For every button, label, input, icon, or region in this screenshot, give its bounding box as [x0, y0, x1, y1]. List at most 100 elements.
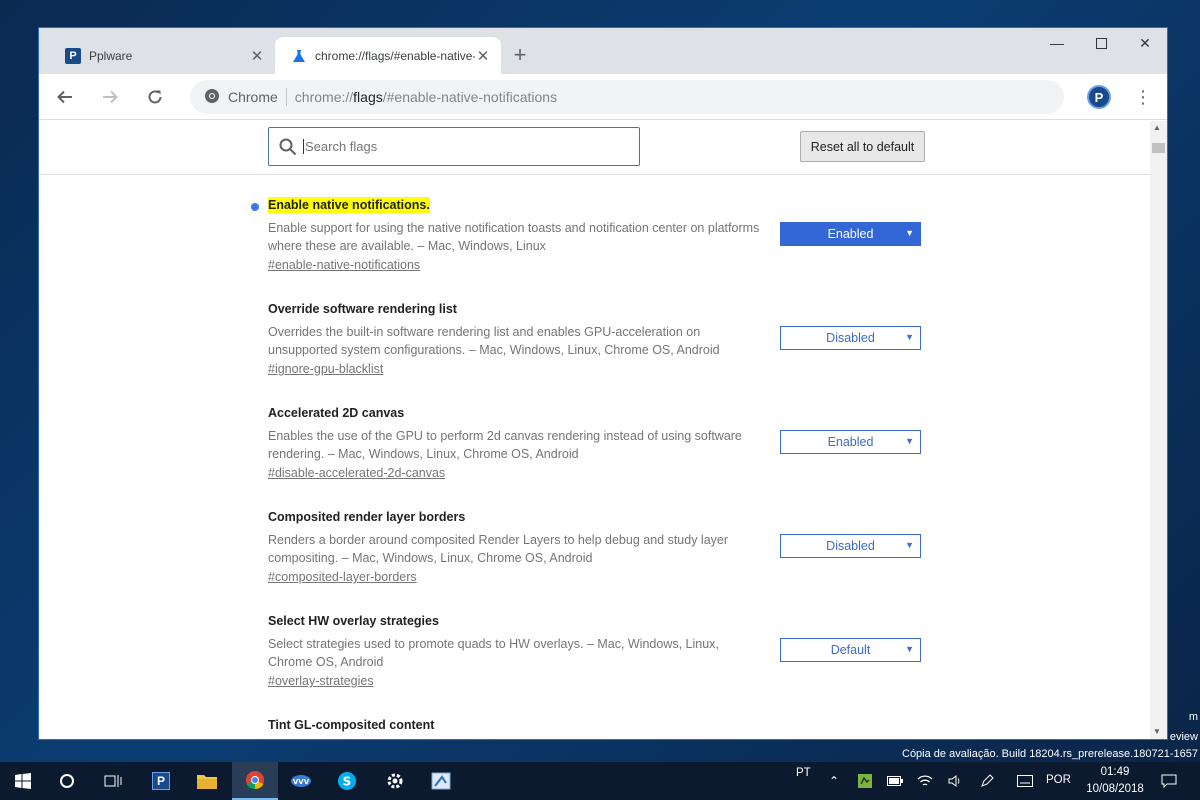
pen-icon[interactable] — [978, 772, 996, 790]
start-button[interactable] — [0, 762, 46, 800]
keyboard-icon[interactable] — [1016, 772, 1034, 790]
menu-icon[interactable]: ⋮ — [1131, 85, 1155, 109]
watermark-build: Cópia de avaliação. Build 18204.rs_prere… — [902, 748, 1198, 760]
flags-page: Search flags Reset all to default Enable… — [39, 121, 1150, 739]
flag-state-select[interactable]: Default ▼ — [780, 638, 921, 662]
profile-avatar[interactable]: P — [1087, 85, 1111, 109]
flag-state-select[interactable]: Enabled ▼ — [780, 430, 921, 454]
flag-permalink[interactable]: #enable-native-notifications — [268, 258, 420, 272]
chevron-up-icon[interactable]: ⌃ — [825, 772, 843, 790]
taskbar-explorer[interactable] — [184, 762, 230, 800]
scroll-thumb[interactable] — [1152, 143, 1165, 153]
chrome-icon — [246, 771, 264, 790]
new-tab-button[interactable]: + — [507, 42, 533, 68]
flag-title: Select HW overlay strategies — [268, 614, 439, 628]
gear-icon — [387, 773, 403, 789]
arrow-left-icon — [57, 90, 72, 104]
flag-state-select[interactable]: Disabled ▼ — [780, 534, 921, 558]
flag-description: Overrides the built-in software renderin… — [268, 325, 720, 357]
flag-permalink[interactable]: #ignore-gpu-blacklist — [268, 362, 383, 376]
tab-flags[interactable]: chrome://flags/#enable-native-notificati… — [275, 37, 501, 74]
flag-permalink[interactable]: #disable-accelerated-2d-canvas — [268, 466, 445, 480]
minimize-button[interactable]: — — [1035, 28, 1079, 58]
flag-permalink[interactable]: #overlay-strategies — [268, 674, 374, 688]
flag-title: Override software rendering list — [268, 302, 457, 316]
flag-permalink[interactable]: #composited-layer-borders — [268, 570, 417, 584]
task-view-button[interactable] — [90, 762, 136, 800]
taskbar-skype[interactable]: S — [324, 762, 370, 800]
svg-text:VVV: VVV — [293, 778, 310, 786]
volume-icon[interactable] — [946, 772, 964, 790]
notification-icon[interactable] — [1160, 772, 1178, 790]
taskbar-app[interactable]: VVV — [278, 762, 324, 800]
taskbar-chrome[interactable] — [232, 762, 278, 800]
pplware-icon: P — [152, 772, 170, 790]
search-button[interactable] — [44, 762, 90, 800]
url-host: flags — [353, 89, 383, 105]
watermark-line: m — [1188, 711, 1198, 723]
back-button[interactable] — [51, 83, 79, 111]
close-icon[interactable]: ✕ — [475, 48, 491, 65]
forward-button[interactable] — [96, 83, 124, 111]
skype-icon: S — [338, 772, 356, 790]
taskbar-paint[interactable] — [418, 762, 464, 800]
url-scheme: chrome:// — [294, 89, 354, 105]
scroll-down-icon[interactable]: ▼ — [1153, 727, 1161, 736]
flag-title: Composited render layer borders — [268, 510, 466, 524]
dropdown-arrow-icon: ▼ — [905, 436, 914, 446]
flags-header: Search flags Reset all to default — [39, 121, 1150, 175]
tray-app-icon[interactable] — [856, 772, 874, 790]
taskbar: P VVV S PT ⌃ POR 01:49 10/08/2018 — [0, 762, 1200, 800]
dropdown-arrow-icon: ▼ — [905, 332, 914, 342]
search-placeholder: Search flags — [303, 139, 378, 154]
page-scrollbar[interactable]: ▲ ▼ — [1150, 121, 1167, 739]
flag-title: Tint GL-composited content — [268, 718, 435, 732]
wifi-icon[interactable] — [916, 772, 934, 790]
flag-state-select[interactable]: Enabled ▼ — [780, 222, 921, 246]
paint-icon — [431, 772, 451, 790]
url-path: /#enable-native-notifications — [382, 89, 558, 105]
battery-icon[interactable] — [886, 772, 904, 790]
omnibox-separator — [285, 88, 287, 106]
search-flags-input[interactable]: Search flags — [268, 127, 640, 166]
select-value: Enabled — [827, 227, 874, 241]
taskbar-settings[interactable] — [372, 762, 418, 800]
arrow-right-icon — [103, 90, 118, 104]
flag-item: Enable native notifications. Enable supp… — [251, 196, 968, 274]
browser-toolbar: Chrome chrome://flags/#enable-native-not… — [39, 74, 1167, 120]
security-chip: Chrome — [228, 89, 278, 105]
keyboard-layout[interactable]: PT — [796, 767, 811, 779]
scroll-up-icon[interactable]: ▲ — [1153, 123, 1161, 132]
maximize-button[interactable] — [1079, 28, 1123, 58]
app-icon: VVV — [291, 775, 311, 787]
reset-all-button[interactable]: Reset all to default — [800, 131, 925, 162]
clock-time[interactable]: 01:49 — [1084, 766, 1146, 778]
windows-icon — [15, 773, 31, 789]
flag-title: Enable native notifications. — [268, 197, 430, 213]
flag-title: Accelerated 2D canvas — [268, 406, 405, 420]
flag-description: Select strategies used to promote quads … — [268, 637, 719, 669]
flag-description: Enable support for using the native noti… — [268, 221, 760, 253]
dropdown-arrow-icon: ▼ — [905, 540, 914, 550]
chrome-icon — [204, 88, 220, 107]
dropdown-arrow-icon: ▼ — [905, 228, 914, 238]
reload-button[interactable] — [141, 83, 169, 111]
reload-icon — [148, 90, 162, 104]
svg-text:S: S — [343, 775, 352, 789]
browser-window: P Pplware ✕ chrome://flags/#enable-nativ… — [38, 27, 1168, 740]
close-icon[interactable]: ✕ — [249, 48, 265, 65]
flag-description: Enables the use of the GPU to perform 2d… — [268, 429, 742, 461]
address-bar[interactable]: Chrome chrome://flags/#enable-native-not… — [190, 80, 1064, 114]
select-value: Disabled — [826, 331, 875, 345]
language-indicator[interactable]: POR — [1046, 774, 1071, 786]
flag-description: Renders a border around composited Rende… — [268, 533, 729, 565]
flag-item: Override software rendering list Overrid… — [268, 300, 968, 378]
close-window-button[interactable]: ✕ — [1123, 28, 1167, 58]
flag-item: Composited render layer borders Renders … — [268, 508, 968, 586]
clock-date[interactable]: 10/08/2018 — [1082, 783, 1148, 795]
taskbar-pplware[interactable]: P — [138, 762, 184, 800]
tab-title: Pplware — [89, 48, 133, 63]
tab-pplware[interactable]: P Pplware ✕ — [49, 37, 275, 74]
tab-title: chrome://flags/#enable-native-notificati… — [315, 48, 475, 63]
flag-state-select[interactable]: Disabled ▼ — [780, 326, 921, 350]
